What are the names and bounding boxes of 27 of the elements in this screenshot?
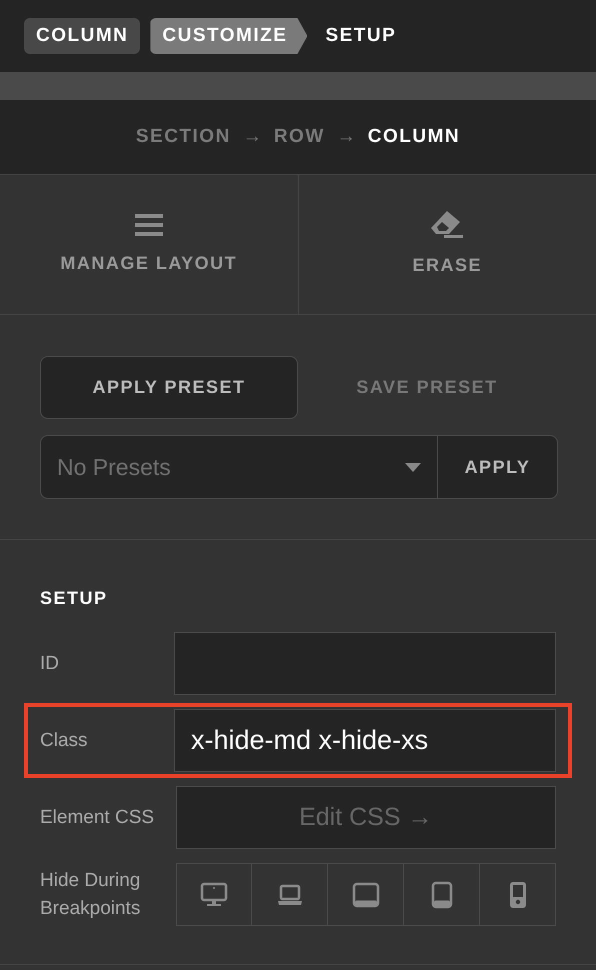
text-field[interactable]: [174, 632, 556, 695]
tablet-icon: [430, 880, 453, 908]
breadcrumb-current: SETUP: [325, 24, 396, 48]
field-label: Hide During Breakpoints: [40, 868, 142, 920]
edit-css-button[interactable]: Edit CSS →: [176, 786, 556, 849]
arrow-separator: →: [242, 124, 262, 149]
preset-tab[interactable]: SAVE PRESET: [298, 356, 556, 419]
text-field[interactable]: x-hide-md x-hide-xs: [174, 709, 556, 772]
eraser-icon: [430, 210, 464, 240]
field-label: Class: [40, 728, 89, 752]
laptop-icon: [276, 882, 304, 906]
action-button[interactable]: ERASE: [298, 175, 596, 314]
field-label: Element CSS: [40, 806, 156, 830]
menu-icon: [134, 212, 164, 238]
tablet-icon: [352, 880, 380, 908]
field-label: ID: [40, 652, 60, 676]
phone-icon: [508, 880, 527, 908]
breadcrumb-item[interactable]: COLUMN: [24, 18, 140, 54]
path-link[interactable]: ROW: [274, 122, 325, 152]
path-current: COLUMN: [368, 124, 460, 149]
section-title: SETUP: [40, 587, 109, 610]
action-button[interactable]: MANAGE LAYOUT: [0, 175, 298, 314]
path-link[interactable]: SECTION: [136, 122, 231, 152]
preset-tab[interactable]: APPLY PRESET: [40, 356, 298, 419]
arrow-separator: →: [336, 124, 356, 149]
breadcrumb-item[interactable]: CUSTOMIZE: [150, 18, 308, 54]
desktop-icon: [200, 880, 228, 908]
